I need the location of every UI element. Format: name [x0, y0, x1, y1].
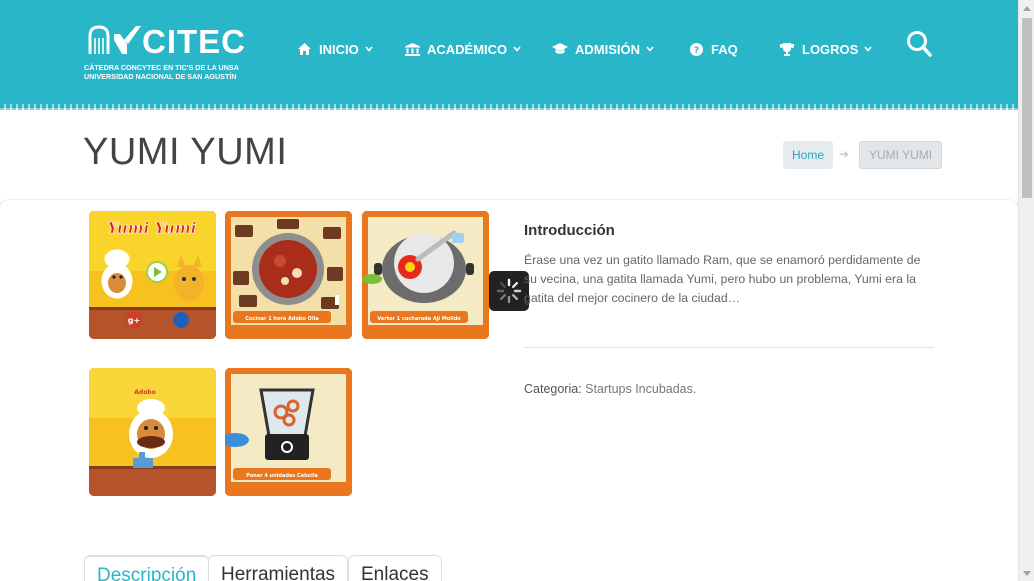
caret-down-icon [1023, 570, 1031, 576]
chevron-down-icon [864, 46, 872, 52]
brand-subtitle-line1: CÁTEDRA CONCYTEC EN TIC'S DE LA UNSA [84, 63, 239, 72]
question-circle-icon: ? [688, 42, 704, 56]
page-title: YUMI YUMI [83, 131, 288, 173]
citec-logo-icon [88, 25, 141, 54]
vertical-scrollbar[interactable] [1018, 0, 1034, 581]
gallery-thumbnail-2[interactable]: Cocinar 1 hora Adobo Olla [225, 211, 352, 339]
arrow-right-icon: ➜ [839, 147, 850, 161]
divider [524, 347, 934, 348]
spinner-icon [496, 278, 522, 304]
nav-item-academico[interactable]: ACADÉMICO [404, 38, 521, 60]
thumbnail-caption: Cocinar 1 hora Adobo Olla [245, 316, 318, 322]
nav-item-admision[interactable]: ADMISIÓN [552, 38, 654, 60]
scroll-thumb[interactable] [1022, 18, 1032, 198]
category-label: Categoria: [524, 382, 582, 396]
nav-item-faq[interactable]: ? FAQ [688, 38, 738, 60]
thumbnail-caption: Poner 4 unidades Cebolla [246, 473, 318, 479]
gallery-thumbnail-1[interactable]: g+ Yumi Yumi [89, 211, 216, 339]
graduation-cap-icon [552, 42, 568, 56]
gallery-thumbnail-4[interactable]: Adobo [89, 368, 216, 496]
search-button[interactable] [906, 30, 932, 58]
gallery-thumbnail-3[interactable]: Verter 1 cucharada Ají Molido [362, 211, 489, 339]
scroll-up-button[interactable] [1019, 0, 1034, 16]
nav-item-logros[interactable]: LOGROS [779, 38, 872, 60]
brand-subtitle-line2: UNIVERSIDAD NACIONAL DE SAN AGUSTÍN [84, 72, 237, 81]
intro-text: Érase una vez un gatito llamado Ram, que… [524, 253, 921, 306]
breadcrumb-current: YUMI YUMI [859, 141, 943, 169]
thumbnail-title: Yumi Yumi [108, 219, 197, 237]
nav-label-faq: FAQ [711, 41, 738, 57]
chevron-down-icon [365, 46, 373, 52]
search-icon [907, 31, 932, 57]
chevron-down-icon [646, 46, 654, 52]
loading-spinner [489, 271, 529, 311]
category-line: Categoria: Startups Incubadas. [524, 382, 696, 396]
thumbnail-caption: Verter 1 cucharada Ají Molido [377, 315, 461, 322]
chevron-down-icon [513, 46, 521, 52]
tab-descripcion[interactable]: Descripción [84, 555, 210, 581]
nav-label-academico: ACADÉMICO [427, 41, 508, 57]
nav-label-inicio: INICIO [319, 41, 359, 57]
breadcrumb-home-link[interactable]: Home [783, 141, 834, 169]
brand-name: CITEC [142, 23, 246, 60]
brand-subtitle: CÁTEDRA CONCYTEC EN TIC'S DE LA UNSA UNI… [84, 63, 239, 81]
home-icon [296, 42, 312, 56]
nav-label-logros: LOGROS [802, 41, 859, 57]
nav-item-inicio[interactable]: INICIO [296, 38, 373, 60]
institution-icon [404, 42, 420, 56]
tab-herramientas[interactable]: Herramientas [208, 555, 349, 581]
thumbnail-caption: Adobo [134, 389, 155, 396]
tab-enlaces[interactable]: Enlaces [348, 555, 442, 581]
gallery-thumbnail-5[interactable]: Poner 4 unidades Cebolla [225, 368, 352, 496]
caret-up-icon [1023, 5, 1031, 11]
scroll-down-button[interactable] [1019, 565, 1034, 581]
nav-label-admision: ADMISIÓN [575, 41, 640, 57]
intro-heading: Introducción [524, 222, 615, 239]
category-link[interactable]: Startups Incubadas. [585, 382, 696, 396]
svg-text:?: ? [693, 46, 698, 56]
trophy-icon [779, 42, 795, 56]
svg-text:g+: g+ [128, 316, 140, 325]
site-logo[interactable]: CITEC CÁTEDRA CONCYTEC EN TIC'S DE LA UN… [84, 23, 246, 84]
